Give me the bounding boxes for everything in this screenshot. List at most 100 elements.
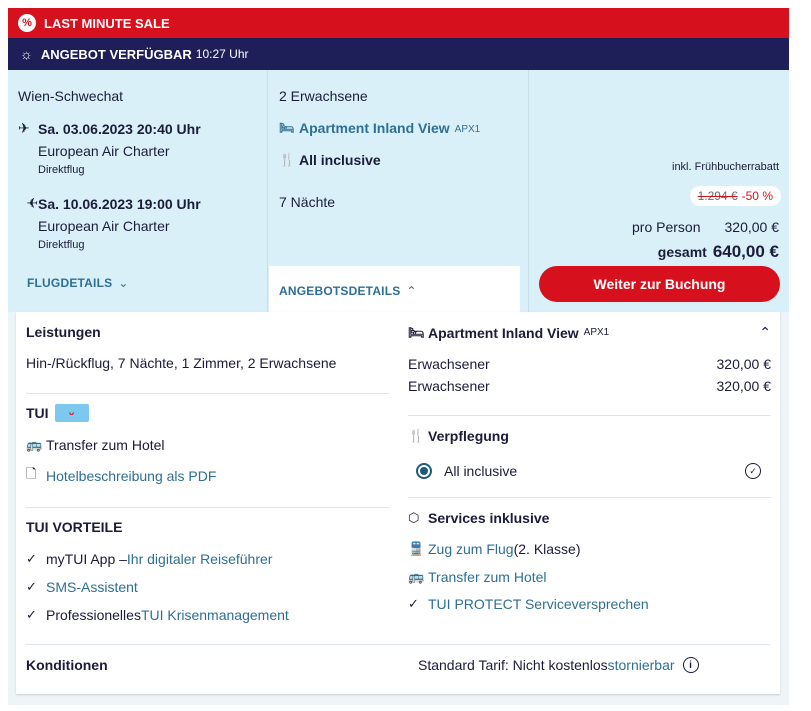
per-person-value: 320,00 € [724,219,780,235]
crisis-link[interactable]: TUI Krisenmanagement [141,607,289,623]
transfer-item: 🚌 Transfer zum Hotel [26,437,165,453]
room-code: APX1 [583,327,610,338]
divider [408,497,771,498]
offer-summary: Wien-Schwechat ✈ Sa. 03.06.2023 20:40 Uh… [8,70,789,312]
advantage-item: ✓ Professionelles TUI Krisenmanagement [26,607,289,623]
departure-airport: Wien-Schwechat [18,88,124,104]
sms-link[interactable]: SMS-Assistent [46,579,138,595]
fork-knife-icon: 🍴 [279,152,296,167]
adult-price: 320,00 € [716,356,772,372]
check-icon: ✓ [26,607,37,622]
old-price-badge: 1.294 € -50 % [689,186,781,206]
train-link[interactable]: Zug zum Flug [428,541,514,557]
train-icon: 🚆 [408,541,425,556]
per-person-label: pro Person [632,219,701,235]
transfer-label: Transfer zum Hotel [46,437,165,453]
catering-option[interactable]: All inclusive ✓ [416,463,761,479]
price-row: Erwachsener 320,00 € [408,378,771,394]
divider [26,393,389,394]
tariff-row: Standard Tarif: Nicht kostenlos stornier… [418,657,699,673]
divider [26,644,770,645]
pdf-link-label: Hotelbeschreibung als PDF [46,468,217,484]
divider [26,507,389,508]
total-label: gesamt [657,244,707,260]
outbound-flight: ✈ Sa. 03.06.2023 20:40 Uhr European Air … [18,120,201,176]
room-link[interactable]: 🛏 Apartment Inland View APX1 [279,120,480,136]
room-name: Apartment Inland View [299,120,450,136]
conditions-heading: Konditionen [26,657,108,673]
total-price: gesamt 640,00 € [658,242,779,262]
pdf-link[interactable]: 🗋 Hotelbeschreibung als PDF [26,465,216,487]
catering-option-label: All inclusive [444,463,518,479]
offer-title: ANGEBOT VERFÜGBAR [40,46,192,62]
continue-booking-button[interactable]: Weiter zur Buchung [539,266,780,302]
included-heading: Services inklusive [428,510,550,526]
bed-icon: 🛏 [408,324,425,340]
adult-label: Erwachsener [408,378,490,394]
advantage-1-text: myTUI App – [46,551,127,567]
price-column: inkl. Frühbucherrabatt 1.294 € -50 % pro … [530,70,789,312]
percent-icon: % [18,14,36,32]
tui-heading: TUI [26,405,49,421]
tui-smile-logo-icon: ᵕ [54,404,89,422]
inbound-type: Direktflug [38,239,85,251]
old-price: 1.294 € [697,189,738,203]
chevron-up-icon[interactable]: ⌃ [759,324,771,341]
plane-return-icon: ✈ [26,195,38,211]
room-header[interactable]: 🛏 Apartment Inland View APX1 ⌃ [408,324,771,341]
room-code: APX1 [454,123,481,135]
bed-icon: 🛏 [279,121,295,135]
included-heading-row: ⬡ Services inklusive [408,510,549,526]
fork-knife-icon: 🍴 [408,428,425,443]
adult-label: Erwachsener [408,356,490,372]
per-person-price: pro Person 320,00 € [632,219,779,235]
transfer-item: 🚌 Transfer zum Hotel [408,569,547,585]
travellers: 2 Erwachsene [279,88,368,104]
train-item: 🚆 Zug zum Flug (2. Klasse) [408,541,581,557]
check-icon: ✓ [26,579,37,594]
outbound-airline: European Air Charter [38,143,170,159]
last-minute-sale-banner: % LAST MINUTE SALE [8,8,789,38]
transfer-link[interactable]: Transfer zum Hotel [428,569,547,585]
inbound-flight: ✈ Sa. 10.06.2023 19:00 Uhr European Air … [18,195,200,251]
services-heading: Leistungen [26,324,101,340]
divider [408,415,771,416]
advantage-item: ✓ SMS-Assistent [26,579,138,595]
bus-icon: 🚌 [408,569,425,584]
offer-details-panel: Leistungen Hin-/Rückflug, 7 Nächte, 1 Zi… [16,312,780,694]
train-class: (2. Klasse) [513,541,581,557]
tab-offer-details[interactable]: ANGEBOTSDETAILS ⌃ [269,266,520,312]
app-link[interactable]: Ihr digitaler Reiseführer [127,551,273,567]
inbound-airline: European Air Charter [38,218,170,234]
advantages-heading: TUI VORTEILE [26,519,123,535]
radio-selected[interactable] [416,463,432,479]
tab-offer-details-label: ANGEBOTSDETAILS [279,284,401,298]
document-icon: 🗋 [26,466,37,481]
room-heading: Apartment Inland View [428,324,579,341]
total-value: 640,00 € [712,242,779,261]
services-text: Hin-/Rückflug, 7 Nächte, 1 Zimmer, 2 Erw… [26,355,337,371]
check-icon: ✓ [408,596,419,611]
cancellation-link[interactable]: stornierbar [608,657,675,673]
offer-time: 10:27 Uhr [195,47,249,61]
bus-icon: 🚌 [26,437,43,452]
offer-card: % LAST MINUTE SALE ☼ ANGEBOT VERFÜGBAR 1… [8,8,789,705]
tab-flight-details-label: FLUGDETAILS [27,276,113,290]
sale-label: LAST MINUTE SALE [44,15,170,31]
nights: 7 Nächte [279,194,336,210]
plane-departure-icon: ✈ [18,120,30,136]
catering-heading: Verpflegung [428,428,509,444]
protect-link[interactable]: TUI PROTECT Serviceversprechen [428,596,649,612]
flight-column: Wien-Schwechat ✈ Sa. 03.06.2023 20:40 Uh… [8,70,268,312]
discount: -50 % [741,189,773,203]
catering-heading-row: 🍴 Verpflegung [408,428,509,444]
chevron-up-icon: ⌃ [406,284,417,298]
check-icon: ✓ [26,551,37,566]
tui-heading-row: TUI ᵕ [26,404,89,422]
package-icon: ⬡ [408,510,420,525]
price-note: inkl. Frühbucherrabatt [672,161,779,173]
tab-flight-details[interactable]: FLUGDETAILS ⌄ [27,276,129,290]
tariff-text: Standard Tarif: Nicht kostenlos [418,657,608,673]
sun-icon: ☼ [20,46,33,62]
info-icon[interactable]: i [682,657,699,673]
